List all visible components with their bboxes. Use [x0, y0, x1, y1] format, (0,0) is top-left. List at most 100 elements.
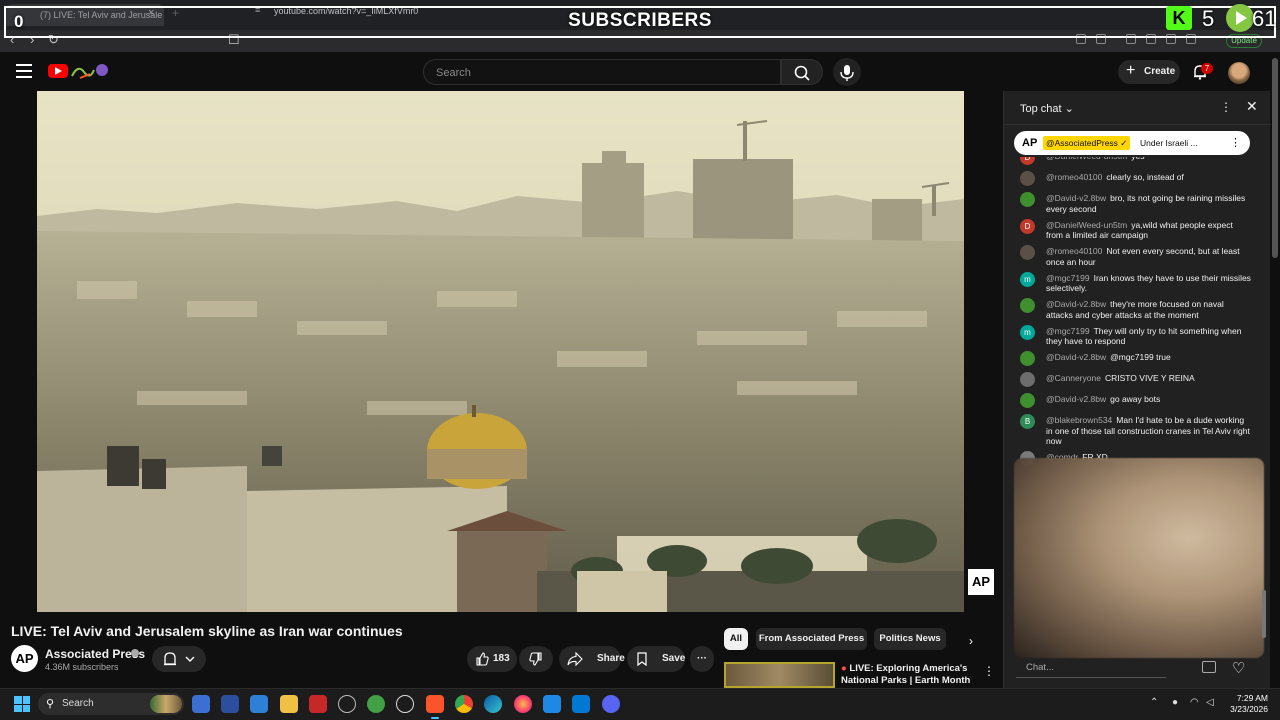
clock-time: 7:29 AM	[1236, 693, 1268, 703]
thumbs-up-icon	[476, 652, 489, 666]
chat-author-name[interactable]: @mgc7199	[1046, 326, 1090, 336]
firefox-icon[interactable]	[514, 695, 532, 713]
chat-author-name[interactable]: @Canneryone	[1046, 373, 1101, 383]
taskbar-app-icon[interactable]	[543, 695, 561, 713]
pinned-author: @AssociatedPress ✓	[1043, 136, 1131, 150]
chat-author-name[interactable]: @David-v2.8bw	[1046, 193, 1106, 203]
chat-input[interactable]: Chat...	[1016, 656, 1166, 678]
chat-author-avatar[interactable]	[1020, 171, 1035, 186]
pinned-text: Under Israeli ...	[1140, 138, 1198, 148]
chat-author-avatar[interactable]: m	[1020, 271, 1035, 287]
user-avatar[interactable]	[1228, 62, 1250, 84]
channel-name[interactable]: Associated Press	[45, 647, 145, 661]
close-icon[interactable]: ✕	[1246, 98, 1258, 115]
chat-mode-dropdown[interactable]: Top chat ⌄	[1020, 102, 1074, 115]
chat-author-name[interactable]: @mgc7199	[1046, 273, 1090, 283]
chat-author-avatar[interactable]: D	[1020, 218, 1035, 234]
pinned-more-icon[interactable]: ⋮	[1230, 136, 1241, 149]
discord-icon[interactable]	[602, 695, 620, 713]
chip-all[interactable]: All	[724, 628, 748, 650]
pinned-message[interactable]: AP @AssociatedPress ✓ Under Israeli ... …	[1014, 131, 1250, 155]
tray-chevron-icon[interactable]: ⌃	[1150, 697, 1158, 708]
chat-author-avatar[interactable]: D	[1020, 157, 1035, 165]
clock-date: 3/23/2026	[1230, 704, 1268, 714]
taskbar-app-icon[interactable]	[338, 695, 356, 713]
dislike-button[interactable]	[519, 646, 553, 672]
taskbar-app-icon[interactable]	[367, 695, 385, 713]
chat-message-body: @David-v2.8bw they're more focused on nav…	[1046, 299, 1251, 320]
chip-from-associated-press[interactable]: From Associated Press	[756, 628, 867, 650]
taskbar-app-icon[interactable]	[309, 695, 327, 713]
search-input[interactable]: Search	[423, 59, 781, 85]
hamburger-menu-icon[interactable]	[16, 64, 32, 78]
pinned-avatar: AP	[1022, 137, 1038, 149]
chat-author-name[interactable]: @David-v2.8bw	[1046, 352, 1106, 362]
chat-message-body: @David-v2.8bw go away bots	[1046, 394, 1251, 405]
chat-author-name[interactable]: @blakebrown534	[1046, 415, 1112, 425]
chat-author-name[interactable]: @David-v2.8bw	[1046, 394, 1106, 404]
heart-icon[interactable]: ♡	[1232, 659, 1245, 677]
live-dot-icon: ●	[841, 663, 847, 674]
channel-avatar[interactable]: AP	[11, 645, 38, 672]
wifi-icon[interactable]: ◠	[1190, 697, 1199, 708]
chat-author-name[interactable]: @romeo40100	[1046, 246, 1102, 256]
chat-scrollbar[interactable]	[1262, 590, 1266, 638]
windows-start-icon[interactable]	[14, 696, 30, 712]
recommended-video-thumbnail[interactable]	[724, 662, 835, 688]
subscription-bell-button[interactable]	[152, 646, 206, 672]
chat-message-body: @DanielWeed-un5tm ya,wild what people exp…	[1046, 220, 1251, 241]
ap-watermark-logo: AP	[968, 569, 994, 595]
taskbar-app-icon[interactable]	[221, 695, 239, 713]
youtube-doodle-icon[interactable]	[70, 62, 108, 80]
super-chat-icon[interactable]	[1202, 661, 1216, 673]
chat-author-name[interactable]: @DanielWeed-un5tm	[1046, 157, 1127, 161]
chat-author-avatar[interactable]	[1020, 393, 1035, 408]
chevron-right-icon[interactable]: ›	[969, 634, 973, 648]
page-scrollbar[interactable]	[1272, 58, 1278, 258]
taskbar-app-icon[interactable]	[192, 695, 210, 713]
chip-politics-news[interactable]: Politics News	[874, 628, 946, 650]
clock[interactable]: 7:29 AM 3/23/2026	[1222, 693, 1268, 715]
rumble-count: 61	[1252, 6, 1277, 31]
verified-badge-icon	[131, 649, 139, 657]
chat-author-avatar[interactable]	[1020, 245, 1035, 260]
chat-message-text: go away bots	[1110, 394, 1161, 404]
microphone-tray-icon[interactable]: ●	[1172, 697, 1178, 708]
chat-author-name[interactable]: @DanielWeed-un5tm	[1046, 220, 1127, 230]
overlay-title: SUBSCRIBERS	[568, 10, 712, 31]
file-explorer-icon[interactable]	[280, 695, 298, 713]
chat-message-body: @David-v2.8bw bro, its not going be raini…	[1046, 193, 1251, 214]
chat-author-avatar[interactable]	[1020, 351, 1035, 366]
chat-author-avatar[interactable]	[1020, 372, 1035, 387]
vscode-icon[interactable]	[572, 695, 590, 713]
chat-author-avatar[interactable]: B	[1020, 414, 1035, 429]
brave-browser-icon[interactable]	[426, 695, 444, 719]
taskbar-app-icon[interactable]	[250, 695, 268, 713]
kick-logo-icon: K	[1166, 6, 1192, 30]
chat-message-text: yes	[1131, 157, 1144, 161]
search-icon	[794, 65, 810, 81]
edge-icon[interactable]	[484, 695, 502, 713]
chat-author-avatar[interactable]	[1020, 298, 1035, 313]
voice-search-button[interactable]	[833, 58, 861, 86]
taskbar-app-icon[interactable]	[396, 695, 414, 713]
chat-author-name[interactable]: @David-v2.8bw	[1046, 299, 1106, 309]
chat-author-avatar[interactable]	[1020, 192, 1035, 207]
more-options-icon[interactable]: ⋮	[983, 664, 995, 678]
like-button[interactable]: 183	[467, 646, 517, 672]
chat-author-name[interactable]: @romeo40100	[1046, 172, 1102, 182]
chat-message-body: @Canneryone CRISTO VIVE Y REINA	[1046, 373, 1251, 384]
chat-menu-icon[interactable]: ⋮	[1220, 100, 1232, 114]
search-button[interactable]	[781, 59, 823, 85]
rumble-logo-icon	[1226, 4, 1254, 32]
chat-author-avatar[interactable]: m	[1020, 324, 1035, 340]
video-player[interactable]	[37, 91, 964, 612]
save-button[interactable]: Save	[627, 646, 685, 672]
chat-message-body: @mgc7199 They will only try to hit someth…	[1046, 326, 1251, 347]
more-actions-button[interactable]: ···	[690, 646, 714, 672]
share-button[interactable]: Share	[559, 646, 625, 672]
volume-icon[interactable]: ◁	[1206, 697, 1214, 708]
chrome-icon[interactable]	[455, 695, 473, 713]
chat-message-body: @DanielWeed-un5tm yes	[1046, 157, 1251, 162]
youtube-logo-icon[interactable]	[48, 64, 68, 78]
